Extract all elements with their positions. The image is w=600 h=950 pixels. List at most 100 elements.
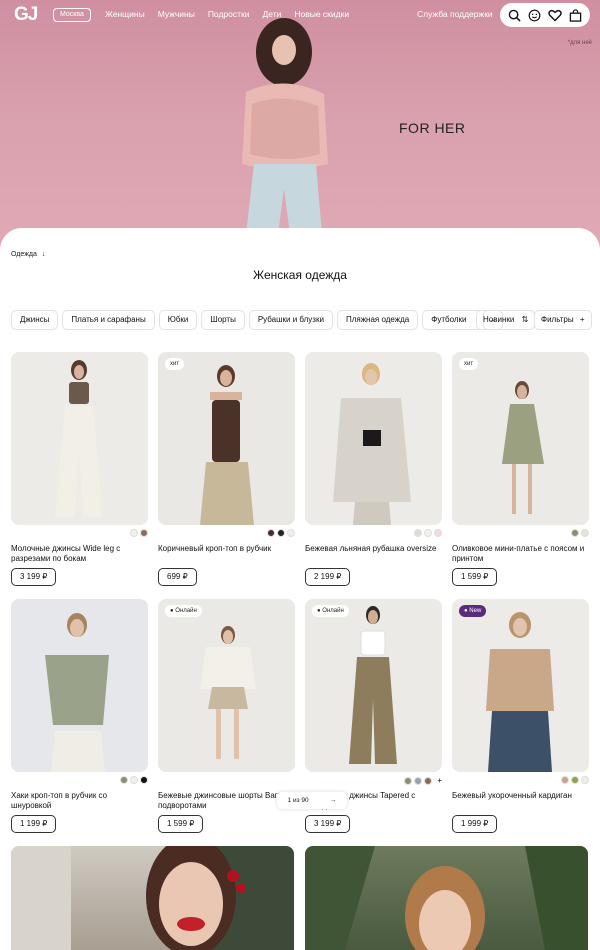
swatch[interactable]: [140, 776, 148, 784]
swatch[interactable]: [581, 529, 589, 537]
swatch[interactable]: [140, 529, 148, 537]
hero-banner[interactable]: FOR HER *для неё: [0, 0, 600, 252]
product-price[interactable]: 3 199 ₽: [11, 568, 57, 586]
chip-jeans[interactable]: Джинсы: [11, 310, 59, 330]
swatch[interactable]: [404, 776, 413, 785]
nav-item-women[interactable]: Женщины: [105, 9, 145, 19]
nav-item-teens[interactable]: Подростки: [208, 9, 250, 19]
product-name[interactable]: Бежевый укороченный кардиган: [452, 791, 589, 801]
color-swatches: [120, 776, 148, 784]
product-price[interactable]: 1 599 ₽: [158, 815, 204, 833]
color-swatches: [414, 529, 442, 537]
filters-button[interactable]: Фильтры +: [534, 310, 592, 330]
model-figure: [349, 606, 397, 764]
chip-tshirts[interactable]: Футболки: [422, 310, 479, 330]
color-swatches: [561, 776, 589, 784]
product-photo[interactable]: ● New: [452, 599, 589, 772]
model-figure: [200, 626, 256, 759]
model-figure: [45, 613, 109, 772]
hero-model-photo: [242, 18, 328, 234]
page-title: Женская одежда: [253, 268, 347, 282]
swatch[interactable]: [277, 529, 285, 537]
top-bar: GJ Москва Женщины Мужчины Подростки Дети…: [0, 0, 600, 30]
promo-photo: [11, 846, 294, 950]
model-figure: [200, 365, 254, 525]
swatch[interactable]: [434, 529, 442, 537]
product-photo[interactable]: ● Онлайн: [305, 599, 442, 772]
color-swatches: [267, 529, 295, 537]
chip-beachwear[interactable]: Пляжная одежда: [336, 310, 419, 330]
nav-item-kids[interactable]: Дети: [263, 9, 282, 19]
new-badge: ● New: [459, 605, 487, 617]
swatch[interactable]: [414, 529, 422, 537]
product-name[interactable]: Оливковое мини-платье с поясом и принтом: [452, 544, 589, 564]
product-photo[interactable]: [305, 352, 442, 525]
product-name[interactable]: Бежевые джинсовые шорты Вагги с подворот…: [158, 791, 295, 811]
product-photo[interactable]: ● Онлайн: [158, 599, 295, 772]
swatch[interactable]: [120, 776, 128, 784]
swatch[interactable]: [130, 529, 138, 537]
product-price[interactable]: 2 199 ₽: [305, 568, 351, 586]
more-colors-icon[interactable]: +: [437, 776, 442, 785]
hit-badge: хит: [165, 358, 185, 370]
city-selector[interactable]: Москва: [53, 8, 91, 22]
arrow-down-icon: ↓: [41, 251, 46, 258]
swatch[interactable]: [130, 776, 138, 784]
nav-item-men[interactable]: Мужчины: [158, 9, 195, 19]
support-link[interactable]: Служба поддержки: [417, 9, 493, 19]
filters-label: Фильтры: [541, 315, 574, 324]
swatch[interactable]: [424, 529, 432, 537]
product-price[interactable]: 1 999 ₽: [452, 815, 498, 833]
search-icon[interactable]: [506, 7, 522, 23]
color-swatches: [130, 529, 148, 537]
content-sheet: [0, 228, 600, 950]
chip-skirts[interactable]: Юбки: [158, 310, 198, 330]
chip-dresses[interactable]: Платья и сарафаны: [62, 310, 155, 330]
product-photo[interactable]: [11, 352, 148, 525]
swatch[interactable]: [571, 776, 579, 784]
swatch[interactable]: [287, 529, 295, 537]
pagination: 1 из 90 →: [277, 792, 347, 809]
category-chips: Джинсы Платья и сарафаны Юбки Шорты Руба…: [11, 310, 503, 330]
online-badge: ● Онлайн: [165, 605, 202, 617]
header-icons: [500, 3, 590, 27]
color-swatches: +: [404, 776, 442, 785]
swatch[interactable]: [267, 529, 275, 537]
swatch[interactable]: [424, 776, 433, 785]
bag-icon[interactable]: [568, 7, 584, 23]
chip-shirts[interactable]: Рубашки и блузки: [248, 310, 333, 330]
product-name[interactable]: Молочные джинсы Wide leg с разрезами по …: [11, 544, 148, 564]
brand-logo[interactable]: GJ: [14, 4, 38, 26]
product-price[interactable]: 699 ₽: [158, 568, 197, 586]
product-name[interactable]: Хаки кроп-топ в рубчик со шнуровкой: [11, 791, 148, 811]
nav-item-sale[interactable]: Новые скидки: [294, 9, 349, 19]
swatch[interactable]: [561, 776, 569, 784]
product-photo[interactable]: [11, 599, 148, 772]
product-price[interactable]: 3 199 ₽: [305, 815, 351, 833]
hero-title: FOR HER: [399, 120, 466, 136]
product-photo[interactable]: хит: [452, 352, 589, 525]
hero-note: *для неё: [567, 40, 592, 46]
hit-badge: хит: [459, 358, 479, 370]
online-badge: ● Онлайн: [312, 605, 349, 617]
promo-card-right[interactable]: [305, 846, 588, 950]
model-figure: [502, 381, 544, 514]
breadcrumb[interactable]: Одежда ↓: [11, 251, 45, 258]
heart-icon[interactable]: [547, 7, 563, 23]
promo-card-left[interactable]: [11, 846, 294, 950]
swatch[interactable]: [571, 529, 579, 537]
model-figure: [486, 612, 554, 772]
product-price[interactable]: 1 199 ₽: [11, 815, 57, 833]
product-price[interactable]: 1 599 ₽: [452, 568, 498, 586]
smiley-icon[interactable]: [527, 7, 543, 23]
page-counter: 1 из 90: [287, 797, 309, 804]
swatch[interactable]: [414, 776, 423, 785]
sort-button[interactable]: Новинки ⇅: [476, 310, 536, 330]
next-page-icon[interactable]: →: [330, 797, 337, 804]
product-photo[interactable]: хит: [158, 352, 295, 525]
product-name[interactable]: Бежевая льняная рубашка oversize: [305, 544, 442, 554]
swatch[interactable]: [581, 776, 589, 784]
chip-shorts[interactable]: Шорты: [201, 310, 245, 330]
product-name[interactable]: Коричневый кроп-топ в рубчик: [158, 544, 295, 554]
model-figure: [333, 363, 411, 525]
